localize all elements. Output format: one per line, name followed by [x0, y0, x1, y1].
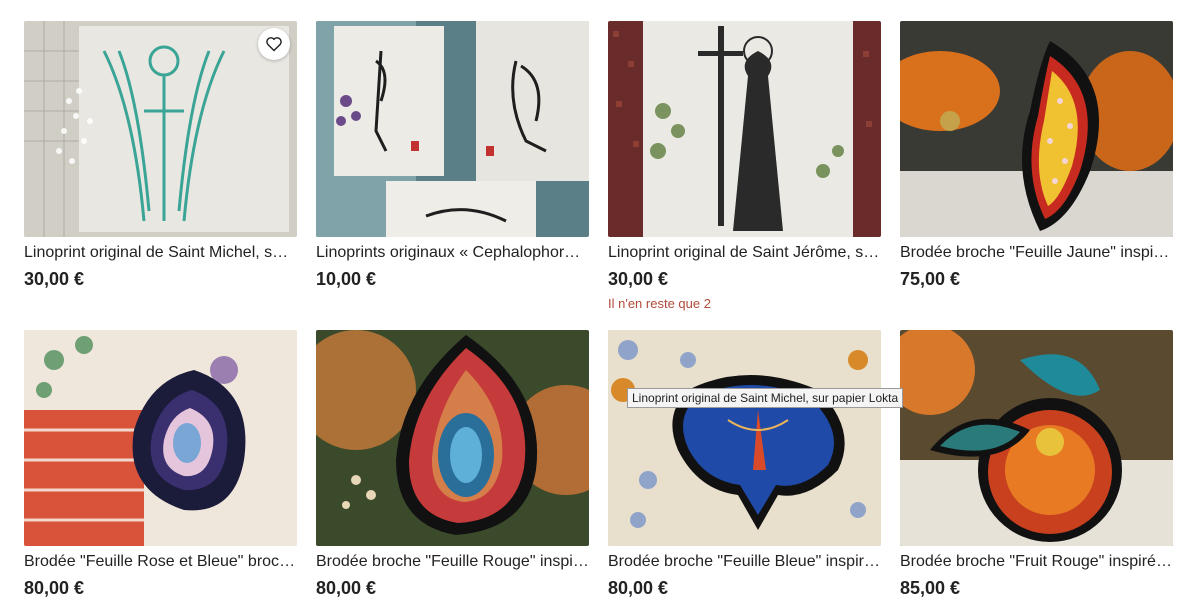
listing-title[interactable]: Linoprints originaux « Cephalophore…: [316, 243, 589, 263]
listing-title[interactable]: Brodée broche "Feuille Jaune" inspir…: [900, 243, 1173, 263]
listing-price: 80,00 €: [608, 578, 669, 598]
listing-card[interactable]: Linoprints originaux « Cephalophore… 10,…: [316, 21, 589, 290]
listing-card[interactable]: Linoprint original de Saint Jérôme, s… 3…: [608, 21, 881, 312]
listing-image[interactable]: [24, 330, 297, 546]
heart-outline-icon: [265, 36, 283, 52]
listing-image[interactable]: [608, 21, 881, 237]
listing-title[interactable]: Brodée "Feuille Rose et Bleue" broch…: [24, 552, 297, 572]
listing-price: 75,00 €: [900, 269, 961, 289]
listing-price: 30,00 €: [608, 269, 669, 289]
listing-image[interactable]: [316, 330, 589, 546]
listing-card[interactable]: Brodée "Feuille Rose et Bleue" broch… 80…: [24, 330, 297, 599]
listing-price: 30,00 €: [24, 269, 85, 289]
listing-card[interactable]: Brodée broche "Feuille Rouge" inspir… 80…: [316, 330, 589, 599]
listing-card[interactable]: Linoprint original de Saint Michel, su… …: [24, 21, 297, 290]
tooltip: Linoprint original de Saint Michel, sur …: [627, 388, 904, 408]
stock-warning: Il n'en reste que 2: [608, 296, 711, 311]
listing-title[interactable]: Linoprint original de Saint Jérôme, s…: [608, 243, 881, 263]
listing-image[interactable]: [608, 330, 881, 546]
listing-card[interactable]: Brodée broche "Feuille Jaune" inspir… 75…: [900, 21, 1173, 290]
listing-price: 85,00 €: [900, 578, 961, 598]
listing-title[interactable]: Linoprint original de Saint Michel, su…: [24, 243, 297, 263]
listing-title[interactable]: Brodée broche "Feuille Rouge" inspir…: [316, 552, 589, 572]
listing-image[interactable]: [900, 21, 1173, 237]
listing-image[interactable]: [900, 330, 1173, 546]
listing-image[interactable]: [316, 21, 589, 237]
listing-title[interactable]: Brodée broche "Feuille Bleue" inspir…: [608, 552, 881, 572]
listing-price: 80,00 €: [24, 578, 85, 598]
favorite-button[interactable]: [258, 28, 290, 60]
listing-card[interactable]: Brodée broche "Feuille Bleue" inspir… 80…: [608, 330, 881, 599]
listing-price: 10,00 €: [316, 269, 377, 289]
listing-image[interactable]: [24, 21, 297, 237]
listing-price: 80,00 €: [316, 578, 377, 598]
listing-title[interactable]: Brodée broche "Fruit Rouge" inspiré …: [900, 552, 1173, 572]
listing-card[interactable]: Brodée broche "Fruit Rouge" inspiré … 85…: [900, 330, 1173, 599]
